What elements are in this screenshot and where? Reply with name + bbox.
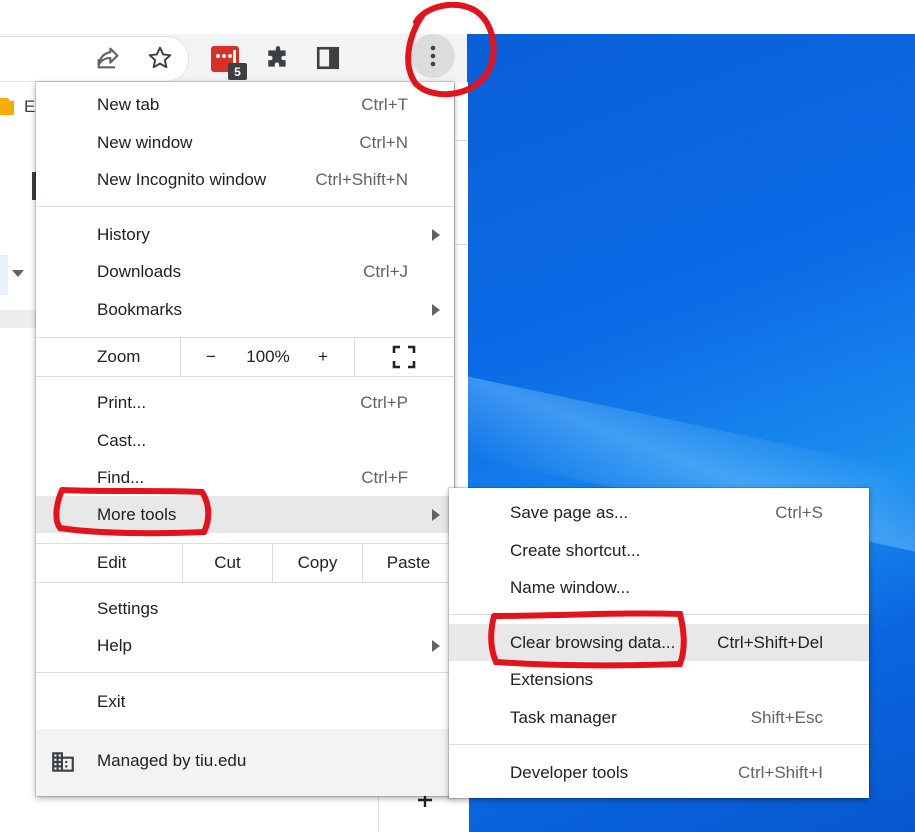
menu-item-shortcut: Ctrl+Shift+I [737, 762, 823, 782]
submenu-item-create-shortcut[interactable]: Create shortcut... [449, 532, 869, 569]
managed-label: Managed by tiu.edu [97, 751, 247, 770]
copy-button[interactable]: Copy [273, 544, 362, 582]
menu-item-shortcut: Ctrl+N [359, 132, 408, 152]
menu-item-new-incognito-window[interactable]: New Incognito window Ctrl+Shift+N [36, 161, 454, 198]
bookmark-folder-icon[interactable] [0, 94, 14, 120]
menu-item-shortcut: Ctrl+P [360, 392, 408, 412]
menu-item-label: New tab [97, 94, 160, 114]
menu-item-label: History [97, 224, 150, 244]
zoom-divider [354, 338, 355, 376]
submenu-arrow-icon [432, 639, 440, 652]
menu-separator [36, 376, 454, 377]
submenu-item-task-manager[interactable]: Task manager Shift+Esc [449, 699, 869, 736]
bookmark-stub-label[interactable]: E [24, 97, 35, 117]
submenu-arrow-icon [432, 508, 440, 521]
submenu-item-extensions[interactable]: Extensions [449, 661, 869, 698]
menu-separator [449, 744, 869, 745]
menu-item-new-tab[interactable]: New tab Ctrl+T [36, 86, 454, 123]
menu-item-more-tools[interactable]: More tools [36, 496, 454, 533]
building-icon [50, 749, 76, 780]
fullscreen-icon [392, 345, 416, 369]
more-tools-submenu: Save page as... Ctrl+S Create shortcut..… [449, 488, 869, 798]
menu-item-shortcut: Ctrl+Shift+N [315, 169, 408, 189]
menu-item-label: More tools [97, 504, 177, 524]
edit-label: Edit [97, 553, 127, 572]
menu-item-label: New Incognito window [97, 169, 267, 189]
submenu-arrow-icon [432, 228, 440, 241]
more-vert-icon [430, 45, 436, 67]
zoom-out-button[interactable]: − [196, 338, 226, 376]
menu-item-exit[interactable]: Exit [36, 683, 454, 720]
chevron-down-icon[interactable] [12, 270, 24, 277]
menu-item-new-window[interactable]: New window Ctrl+N [36, 124, 454, 161]
menu-item-label: Task manager [510, 707, 617, 727]
submenu-item-developer-tools[interactable]: Developer tools Ctrl+Shift+I [449, 754, 869, 791]
submenu-item-name-window[interactable]: Name window... [449, 569, 869, 606]
menu-separator [36, 672, 454, 673]
submenu-item-clear-browsing-data[interactable]: Clear browsing data... Ctrl+Shift+Del [449, 624, 869, 661]
menu-item-shortcut: Ctrl+S [775, 502, 823, 522]
menu-item-label: Developer tools [510, 762, 629, 782]
extension-badge: 5 [228, 63, 247, 80]
managed-by-row[interactable]: Managed by tiu.edu [36, 729, 454, 796]
page-gray-bar [0, 310, 36, 328]
menu-separator [36, 582, 454, 583]
page-divider [454, 140, 467, 141]
zoom-label: Zoom [97, 347, 141, 366]
share-icon[interactable] [92, 42, 124, 74]
menu-item-shortcut: Ctrl+Shift+Del [717, 632, 823, 652]
extensions-puzzle-icon[interactable] [262, 42, 294, 74]
menu-item-label: New window [97, 132, 193, 152]
submenu-item-save-page[interactable]: Save page as... Ctrl+S [449, 494, 869, 531]
submenu-arrow-icon [432, 303, 440, 316]
zoom-in-button[interactable]: + [308, 338, 338, 376]
menu-item-help[interactable]: Help [36, 627, 454, 664]
menu-item-settings[interactable]: Settings [36, 590, 454, 627]
menu-item-label: Settings [97, 598, 159, 618]
fullscreen-button[interactable] [388, 338, 420, 376]
menu-item-label: Print... [97, 392, 147, 412]
edit-row: Edit Cut Copy Paste [36, 544, 454, 582]
menu-item-cast[interactable]: Cast... [36, 422, 454, 459]
menu-item-label: Name window... [510, 577, 630, 597]
menu-item-shortcut: Ctrl+T [361, 94, 408, 114]
cut-button[interactable]: Cut [183, 544, 272, 582]
menu-item-label: Save page as... [510, 502, 629, 522]
menu-item-label: Cast... [97, 430, 147, 450]
page-divider [454, 244, 467, 245]
menu-separator [36, 206, 454, 207]
menu-item-label: Exit [97, 691, 126, 711]
side-panel-icon[interactable] [312, 42, 344, 74]
menu-item-label: Find... [97, 467, 145, 487]
menu-item-label: Create shortcut... [510, 540, 641, 560]
paste-button[interactable]: Paste [363, 544, 454, 582]
menu-item-print[interactable]: Print... Ctrl+P [36, 384, 454, 421]
menu-item-label: Help [97, 635, 132, 655]
menu-item-shortcut: Ctrl+J [363, 261, 408, 281]
menu-item-history[interactable]: History [36, 216, 454, 253]
menu-item-shortcut: Shift+Esc [750, 707, 823, 727]
menu-item-label: Downloads [97, 261, 182, 281]
menu-separator [449, 614, 869, 615]
menu-item-downloads[interactable]: Downloads Ctrl+J [36, 253, 454, 290]
bookmark-star-icon[interactable] [144, 42, 176, 74]
menu-item-bookmarks[interactable]: Bookmarks [36, 291, 454, 328]
page-dropdown-strip [0, 255, 8, 295]
menu-item-find[interactable]: Find... Ctrl+F [36, 459, 454, 496]
menu-item-label: Bookmarks [97, 299, 183, 319]
menu-item-label: Clear browsing data... [510, 632, 676, 652]
zoom-level: 100% [246, 347, 290, 366]
zoom-row: Zoom − 100% + [36, 338, 454, 376]
chrome-main-menu: New tab Ctrl+T New window Ctrl+N New Inc… [36, 82, 454, 796]
chrome-menu-button[interactable] [411, 34, 455, 78]
zoom-divider [180, 338, 181, 376]
menu-item-label: Extensions [510, 669, 594, 689]
menu-item-shortcut: Ctrl+F [361, 467, 408, 487]
